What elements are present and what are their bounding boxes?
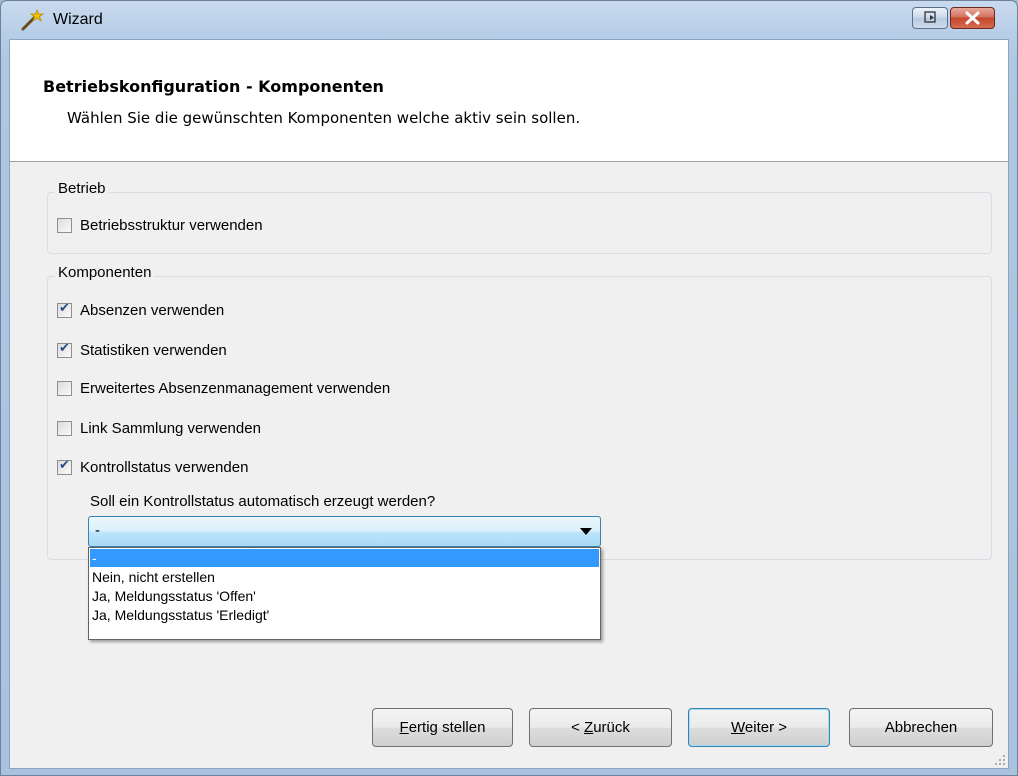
checkbox-label: Betriebsstruktur verwenden xyxy=(80,216,263,234)
checkbox-box[interactable] xyxy=(57,420,72,436)
wizard-header: Betriebskonfiguration - Komponenten Wähl… xyxy=(10,40,1008,162)
kontrollstatus-dropdown-list: - Nein, nicht erstellen Ja, Meldungsstat… xyxy=(88,547,601,640)
resize-grip-icon[interactable] xyxy=(994,754,1006,766)
checkbox-box[interactable] xyxy=(57,458,72,475)
close-button[interactable] xyxy=(950,7,995,29)
checkbox-link-sammlung[interactable]: Link Sammlung verwenden xyxy=(57,417,261,439)
komponenten-group-legend: Komponenten xyxy=(55,264,155,281)
checkbox-label: Kontrollstatus verwenden xyxy=(80,458,249,476)
button-label: eiter > xyxy=(744,719,787,736)
button-label: ertig stellen xyxy=(408,719,486,736)
restore-icon xyxy=(924,11,936,23)
zurueck-button[interactable]: < Zurück xyxy=(529,708,672,747)
checkbox-erweitertes-absenzenmanagement[interactable]: Erweitertes Absenzenmanagement verwenden xyxy=(57,377,390,399)
dropdown-option-nein[interactable]: Nein, nicht erstellen xyxy=(90,568,599,586)
checkbox-box[interactable] xyxy=(57,380,72,396)
dropdown-option-offen[interactable]: Ja, Meldungsstatus 'Offen' xyxy=(90,587,599,605)
weiter-button[interactable]: Weiter > xyxy=(688,708,830,747)
checkbox-label: Erweitertes Absenzenmanagement verwenden xyxy=(80,379,391,397)
button-prefix: < xyxy=(571,719,585,736)
checkbox-absenzen[interactable]: Absenzen verwenden xyxy=(57,299,224,321)
checkbox-box[interactable] xyxy=(57,341,72,358)
button-accelerator: W xyxy=(731,719,745,736)
abbrechen-button[interactable]: Abbrechen xyxy=(849,708,993,747)
checkbox-kontrollstatus[interactable]: Kontrollstatus verwenden xyxy=(57,456,248,478)
page-subtitle: Wählen Sie die gewünschten Komponenten w… xyxy=(67,109,581,127)
betrieb-group-legend: Betrieb xyxy=(55,180,109,197)
magic-wand-icon xyxy=(21,9,44,31)
kontrollstatus-question: Soll ein Kontrollstatus automatisch erze… xyxy=(90,493,436,510)
dropdown-option-erledigt[interactable]: Ja, Meldungsstatus 'Erledigt' xyxy=(90,606,599,624)
page-title: Betriebskonfiguration - Komponenten xyxy=(43,77,384,96)
checkbox-box[interactable] xyxy=(57,301,72,318)
checkbox-betriebsstruktur[interactable]: Betriebsstruktur verwenden xyxy=(57,214,263,236)
checkbox-statistiken[interactable]: Statistiken verwenden xyxy=(57,339,227,361)
dropdown-option-none[interactable]: - xyxy=(90,549,599,567)
checkbox-box[interactable] xyxy=(57,217,72,233)
fertig-stellen-button[interactable]: Fertig stellen xyxy=(372,708,513,747)
checkbox-label: Statistiken verwenden xyxy=(80,341,227,359)
window-title: Wizard xyxy=(53,11,103,28)
button-label: urück xyxy=(593,719,630,736)
kontrollstatus-combobox[interactable]: - xyxy=(88,516,601,547)
chevron-down-icon[interactable] xyxy=(580,528,592,535)
combobox-value: - xyxy=(95,522,100,539)
restore-button[interactable] xyxy=(912,7,948,29)
wizard-client-area: Betriebskonfiguration - Komponenten Wähl… xyxy=(9,39,1009,769)
button-accelerator: Z xyxy=(584,719,594,736)
checkbox-label: Absenzen verwenden xyxy=(80,301,225,319)
close-icon xyxy=(965,11,980,25)
title-bar[interactable]: Wizard xyxy=(1,1,1017,39)
button-accelerator: F xyxy=(399,719,409,736)
wizard-window: Wizard Betriebskonfiguration - Komponent… xyxy=(0,0,1018,776)
checkbox-label: Link Sammlung verwenden xyxy=(80,419,261,437)
